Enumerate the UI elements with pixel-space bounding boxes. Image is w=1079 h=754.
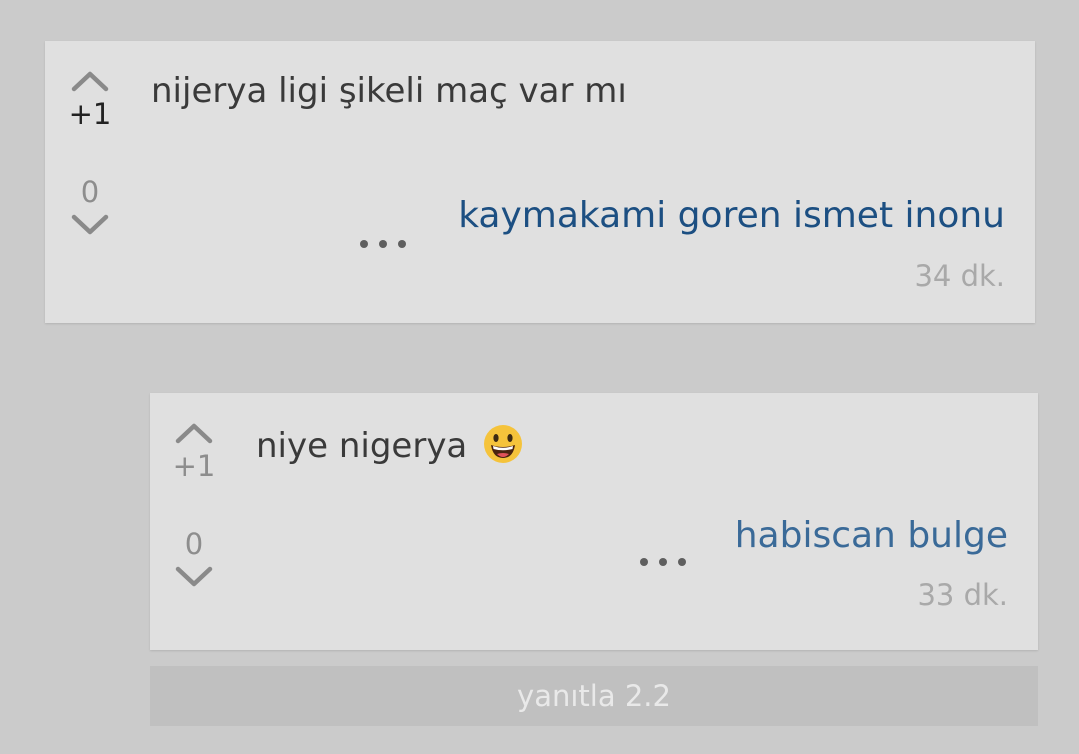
entry-time: 33 dk.: [917, 578, 1008, 612]
vote-score: +1: [68, 97, 112, 131]
smiling-face-emoji-icon: [484, 425, 523, 463]
author-link[interactable]: kaymakami goren ismet inonu: [458, 195, 1005, 236]
more-dots-icon[interactable]: [640, 551, 697, 570]
downvote-count: 0: [184, 527, 204, 561]
downvote-count: 0: [80, 175, 100, 209]
entry-time: 34 dk.: [914, 259, 1005, 293]
vote-column: +1 0: [60, 69, 120, 237]
more-dots-icon[interactable]: [360, 233, 417, 252]
entry-card: +1 0 nijerya ligi şikeli maç var mı kaym…: [45, 41, 1035, 323]
author-link[interactable]: habiscan bulge: [735, 515, 1008, 556]
reply-button[interactable]: yanıtla 2.2: [150, 666, 1038, 726]
chevron-up-icon[interactable]: [174, 421, 214, 445]
chevron-down-icon[interactable]: [174, 565, 214, 589]
entry-text: niye nigerya: [256, 426, 468, 466]
entry-text-row: niye nigerya: [256, 423, 524, 466]
vote-score: +1: [172, 449, 216, 483]
chevron-down-icon[interactable]: [70, 213, 110, 237]
chevron-up-icon[interactable]: [70, 69, 110, 93]
vote-column: +1 0: [164, 421, 224, 589]
reply-card: +1 0 niye nigerya habiscan bulge 33 dk.: [150, 393, 1038, 650]
entry-text: nijerya ligi şikeli maç var mı: [151, 71, 627, 111]
